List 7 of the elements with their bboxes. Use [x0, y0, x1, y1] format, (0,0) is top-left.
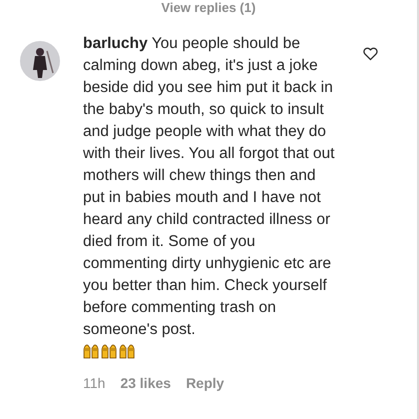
reply-link[interactable]: Reply — [186, 375, 224, 391]
view-replies-link[interactable]: View replies (1) — [0, 0, 417, 15]
heart-icon[interactable] — [362, 45, 379, 62]
comment-text: barluchy You people should be calming down abeg, it's just a joke beside did you see him put it back in the baby's mouth, so quick to insult and judge people with what they do with their lives. You all forgot that out mothers will chew things then and put in babies mouth and I have not heard any child contracted illness or died from it. Some of you commenting dirty unhygienic etc are you better than him. Check yourself before commenting trash on someone's post. — [83, 35, 335, 338]
avatar[interactable] — [20, 41, 60, 81]
likes-count[interactable]: 23 likes — [120, 375, 171, 391]
comment-time: 11h — [83, 375, 106, 391]
